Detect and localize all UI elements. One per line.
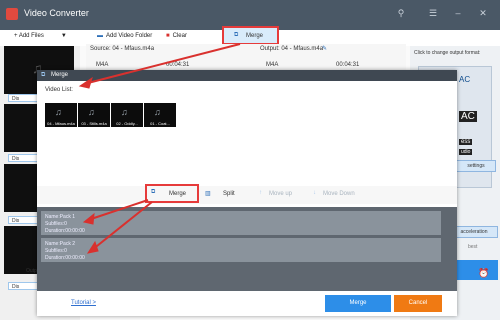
annotation-arrows (78, 43, 241, 254)
arrow-to-pack-1 (87, 199, 149, 221)
arrowhead-icon (86, 240, 99, 254)
arrowhead-icon (82, 212, 95, 225)
arrowhead-icon (78, 76, 93, 89)
arrow-to-dialog (83, 43, 241, 85)
